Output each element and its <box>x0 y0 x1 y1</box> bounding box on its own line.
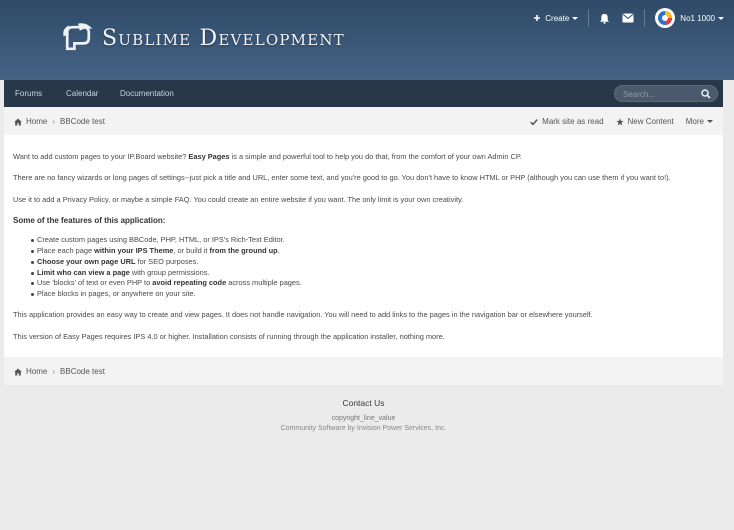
messages-button[interactable] <box>622 13 634 23</box>
site-logo[interactable]: Sublime Development <box>60 18 345 58</box>
more-menu[interactable]: More <box>686 117 713 126</box>
bell-icon <box>600 13 610 24</box>
create-menu[interactable]: Create <box>533 13 579 23</box>
breadcrumb: Home › BBCode test <box>14 117 105 126</box>
list-item: Place blocks in pages, or anywhere on yo… <box>31 289 713 300</box>
new-content-label: New Content <box>627 117 674 126</box>
list-item: Place each page within your IPS Theme, o… <box>31 246 713 257</box>
logo-text: Sublime Development <box>102 25 345 51</box>
page-actions: Mark site as read New Content More <box>518 117 713 126</box>
breadcrumb-home-link[interactable]: Home <box>26 367 47 376</box>
breadcrumb-bar-top: Home › BBCode test Mark site as read New… <box>4 107 723 135</box>
home-icon <box>14 118 22 125</box>
more-label: More <box>685 117 704 126</box>
user-name: No1 1000 <box>680 13 715 23</box>
create-label: Create <box>545 13 570 23</box>
breadcrumb-current[interactable]: BBCode test <box>60 367 105 376</box>
powered-by-link[interactable]: Community Software by Invision Power Ser… <box>4 425 723 432</box>
paragraph: There are no fancy wizards or long pages… <box>13 173 671 183</box>
divider <box>588 9 590 27</box>
chevron-down-icon <box>707 120 713 123</box>
paragraph: This application provides an easy way to… <box>13 310 593 320</box>
divider <box>644 9 646 27</box>
check-icon <box>530 118 538 125</box>
home-icon <box>14 368 22 375</box>
features-heading: Some of the features of this application… <box>13 216 166 226</box>
breadcrumb-current[interactable]: BBCode test <box>60 117 105 126</box>
list-item: Limit who can view a page with group per… <box>31 268 713 279</box>
mark-site-read-label: Mark site as read <box>542 117 604 126</box>
nav-item-calendar[interactable]: Calendar <box>66 89 98 98</box>
list-item: Use 'blocks' of text or even PHP to avoi… <box>31 278 713 289</box>
features-list: Create custom pages using BBCode, PHP, H… <box>31 235 713 300</box>
mark-site-read-button[interactable]: Mark site as read <box>530 117 604 126</box>
envelope-icon <box>622 13 634 23</box>
paragraph: This version of Easy Pages requires IPS … <box>13 331 445 341</box>
star-icon <box>615 117 624 125</box>
chevron-right-icon: › <box>52 367 56 376</box>
main-navigation: Forums Calendar Documentation <box>4 80 723 107</box>
breadcrumb: Home › BBCode test <box>14 367 105 376</box>
site-footer: Contact Us copyright_line_value Communit… <box>4 398 723 432</box>
logo-emblem-icon <box>63 23 93 51</box>
chevron-down-icon <box>718 16 724 20</box>
breadcrumb-home-link[interactable]: Home <box>26 117 47 126</box>
site-header: Sublime Development Create No1 1000 <box>0 0 734 80</box>
notifications-button[interactable] <box>599 13 610 24</box>
chevron-right-icon: › <box>52 117 56 126</box>
plus-icon <box>534 15 541 21</box>
avatar <box>655 8 676 28</box>
user-bar: Create No1 1000 <box>533 8 724 28</box>
paragraph: Use it to add a Privacy Policy, or maybe… <box>13 194 464 204</box>
breadcrumb-bar-bottom: Home › BBCode test <box>4 357 723 385</box>
contact-us-link[interactable]: Contact Us <box>4 398 723 408</box>
page-content: Want to add custom pages to your IP.Boar… <box>4 135 723 357</box>
new-content-button[interactable]: New Content <box>615 117 674 126</box>
search-box <box>614 85 718 102</box>
list-item: Create custom pages using BBCode, PHP, H… <box>31 235 713 246</box>
nav-item-documentation[interactable]: Documentation <box>120 89 174 98</box>
user-menu[interactable]: No1 1000 <box>655 8 724 28</box>
copyright-text: copyright_line_value <box>331 415 396 422</box>
chevron-down-icon <box>572 16 579 20</box>
search-icon[interactable] <box>701 89 711 99</box>
list-item: Choose your own page URL for SEO purpose… <box>31 257 713 268</box>
avatar-image-icon <box>658 11 673 25</box>
search-input[interactable] <box>623 88 703 100</box>
intro-paragraph: Want to add custom pages to your IP.Boar… <box>13 152 522 161</box>
nav-item-forums[interactable]: Forums <box>15 89 42 98</box>
